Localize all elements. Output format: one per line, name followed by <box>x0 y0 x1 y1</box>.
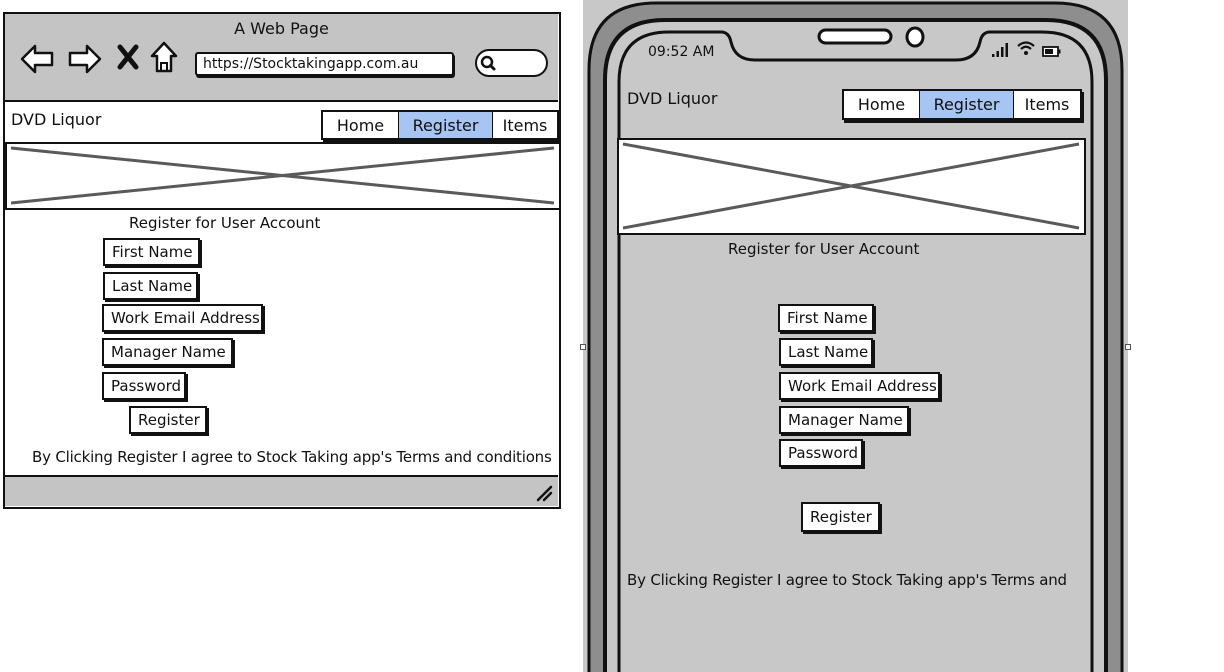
phone-brand-name: DVD Liquor <box>627 89 718 108</box>
browser-toolbar: A Web Page https://Stocktakingapp.com.au <box>5 14 558 102</box>
first-name-field[interactable]: First Name <box>103 238 200 266</box>
phone-tab-home[interactable]: Home <box>844 91 920 118</box>
register-heading: Register for User Account <box>129 214 321 232</box>
browser-title: A Web Page <box>234 19 329 38</box>
last-name-field[interactable]: Last Name <box>103 272 198 300</box>
brand-name: DVD Liquor <box>11 110 102 129</box>
close-icon[interactable] <box>116 44 140 70</box>
wifi-icon <box>1016 40 1036 56</box>
search-icon <box>480 55 496 71</box>
forward-arrow-icon[interactable] <box>67 42 103 76</box>
phone-password-field[interactable]: Password <box>779 439 863 467</box>
phone-register-heading: Register for User Account <box>728 240 920 258</box>
phone-last-name-field[interactable]: Last Name <box>779 338 873 366</box>
url-text: https://Stocktakingapp.com.au <box>203 56 419 72</box>
tab-home[interactable]: Home <box>323 112 399 138</box>
phone-register-button[interactable]: Register <box>801 502 880 532</box>
password-field[interactable]: Password <box>102 372 186 400</box>
phone-terms-text: By Clicking Register I agree to Stock Ta… <box>627 571 1067 589</box>
work-email-field[interactable]: Work Email Address <box>102 304 263 332</box>
phone-tab-items[interactable]: Items <box>1014 91 1080 118</box>
manager-name-field[interactable]: Manager Name <box>102 338 233 366</box>
hero-image-placeholder <box>5 142 561 210</box>
phone-clock: 09:52 AM <box>648 44 715 60</box>
search-box[interactable] <box>475 49 548 77</box>
tab-register[interactable]: Register <box>399 112 493 138</box>
phone-work-email-field[interactable]: Work Email Address <box>779 372 940 400</box>
phone-tab-register[interactable]: Register <box>920 91 1014 118</box>
phone-side-mark-right <box>1125 344 1131 350</box>
tab-items[interactable]: Items <box>493 112 557 138</box>
phone-side-mark-left <box>580 344 586 350</box>
phone-nav: Home Register Items <box>842 89 1082 120</box>
desktop-nav: Home Register Items <box>321 110 559 140</box>
back-arrow-icon[interactable] <box>19 42 55 76</box>
browser-window: A Web Page https://Stocktakingapp.com.au… <box>3 12 561 509</box>
url-bar[interactable]: https://Stocktakingapp.com.au <box>195 52 454 76</box>
phone-hero-image-placeholder <box>617 138 1086 235</box>
browser-status-bar <box>5 475 558 506</box>
resize-grip-icon[interactable] <box>535 484 553 502</box>
register-button[interactable]: Register <box>129 406 207 434</box>
phone-first-name-field[interactable]: First Name <box>778 304 874 332</box>
signal-icon <box>991 42 1009 58</box>
phone-manager-name-field[interactable]: Manager Name <box>779 406 909 434</box>
home-icon[interactable] <box>149 40 179 74</box>
battery-icon <box>1042 43 1062 57</box>
terms-text: By Clicking Register I agree to Stock Ta… <box>32 448 552 466</box>
